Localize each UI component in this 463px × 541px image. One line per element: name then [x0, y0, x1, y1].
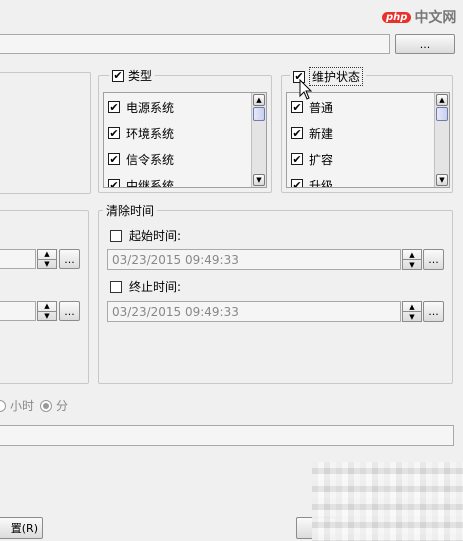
end-time-field[interactable]: 03/23/2015 09:49:33 — [107, 301, 401, 322]
maintenance-group: ✔ 维护状态 ✔ 普通 ✔ 新建 ✔ 扩容 ✔ 升级 ▲ ▼ — [281, 67, 453, 193]
left-datetime-field-2[interactable] — [0, 301, 36, 321]
clear-time-group: 清除时间 起始时间: 03/23/2015 09:49:33 ▲ ▼ ... 终… — [98, 202, 453, 384]
hour-label: 小时 — [10, 399, 35, 413]
scroll-thumb[interactable] — [436, 107, 448, 121]
checkbox[interactable]: ✔ — [291, 179, 303, 187]
start-time-label: 起始时间: — [129, 229, 182, 243]
list-item-label: 升级 — [309, 178, 334, 188]
start-time-checkbox[interactable] — [110, 229, 122, 242]
end-time-value: 03/23/2015 09:49:33 — [112, 304, 239, 319]
path-browse-button[interactable]: ... — [395, 34, 455, 54]
hour-radio[interactable] — [0, 399, 6, 412]
list-item[interactable]: ✔ 信令系统 — [104, 146, 266, 172]
spin-down-icon[interactable]: ▼ — [38, 258, 56, 269]
spin-up-icon[interactable]: ▲ — [38, 250, 56, 259]
minute-label: 分 — [56, 399, 69, 413]
scroll-down-icon[interactable]: ▼ — [253, 174, 265, 186]
php-logo: php 中文网 — [382, 4, 462, 30]
end-time-spinner[interactable]: ▲ ▼ — [402, 301, 422, 322]
start-time-value: 03/23/2015 09:49:33 — [112, 252, 239, 267]
clear-time-title: 清除时间 — [106, 204, 155, 218]
list-item[interactable]: ✔ 新建 — [287, 120, 449, 146]
list-item-label: 中继系统 — [126, 178, 175, 188]
list-item-label: 扩容 — [309, 152, 334, 167]
list-item[interactable]: ✔ 升级 — [287, 172, 449, 188]
checkbox[interactable]: ✔ — [108, 179, 120, 187]
type-group-title: 类型 — [128, 69, 153, 83]
php-logo-text: 中文网 — [414, 10, 457, 26]
spin-down-icon[interactable]: ▼ — [38, 310, 56, 321]
end-time-label: 终止时间: — [129, 280, 182, 294]
clear-time-legend: 清除时间 — [103, 202, 158, 219]
left-browse-button-2[interactable]: ... — [59, 301, 80, 321]
checkbox[interactable]: ✔ — [108, 127, 120, 139]
list-item[interactable]: ✔ 电源系统 — [104, 94, 266, 120]
type-group-legend[interactable]: ✔ 类型 — [109, 67, 156, 84]
type-group-checkbox[interactable]: ✔ — [112, 69, 124, 82]
type-listbox[interactable]: ✔ 电源系统 ✔ 环境系统 ✔ 信令系统 ✔ 中继系统 ▲ ▼ — [103, 92, 267, 188]
end-time-row[interactable]: 终止时间: — [110, 278, 181, 295]
left-spinner-1[interactable]: ▲ ▼ — [37, 249, 57, 269]
list-item-label: 新建 — [309, 126, 334, 141]
checkbox[interactable]: ✔ — [108, 101, 120, 113]
start-time-row[interactable]: 起始时间: — [110, 227, 181, 244]
left-spinner-2[interactable]: ▲ ▼ — [37, 301, 57, 321]
start-time-field[interactable]: 03/23/2015 09:49:33 — [107, 249, 401, 270]
left-group-top — [0, 72, 91, 194]
checkbox[interactable]: ✔ — [291, 153, 303, 165]
checkbox[interactable]: ✔ — [291, 127, 303, 139]
list-item-label: 普通 — [309, 100, 334, 115]
list-item[interactable]: ✔ 中继系统 — [104, 172, 266, 188]
scroll-up-icon[interactable]: ▲ — [253, 94, 265, 106]
spin-up-icon[interactable]: ▲ — [38, 302, 56, 311]
description-field[interactable] — [0, 425, 454, 446]
type-group: ✔ 类型 ✔ 电源系统 ✔ 环境系统 ✔ 信令系统 ✔ 中继系统 ▲ ▼ — [98, 67, 272, 193]
type-scrollbar[interactable]: ▲ ▼ — [251, 93, 266, 187]
start-time-spinner[interactable]: ▲ ▼ — [402, 249, 422, 270]
mouse-cursor-icon — [299, 79, 313, 100]
end-time-checkbox[interactable] — [110, 280, 122, 293]
list-item[interactable]: ✔ 扩容 — [287, 146, 449, 172]
reset-button-label: 置(R) — [10, 522, 38, 535]
maintenance-listbox[interactable]: ✔ 普通 ✔ 新建 ✔ 扩容 ✔ 升级 ▲ ▼ — [286, 92, 450, 188]
start-time-browse-button[interactable]: ... — [423, 249, 444, 270]
spin-down-icon[interactable]: ▼ — [403, 259, 421, 269]
maintenance-scrollbar[interactable]: ▲ ▼ — [434, 93, 449, 187]
left-group-middle — [0, 210, 89, 384]
list-item-label: 环境系统 — [126, 126, 175, 141]
list-item-label: 信令系统 — [126, 152, 175, 167]
end-time-browse-button[interactable]: ... — [423, 301, 444, 322]
minute-radio[interactable] — [40, 399, 52, 412]
left-datetime-field-1[interactable] — [0, 249, 36, 269]
php-logo-badge: php — [382, 11, 412, 23]
scroll-up-icon[interactable]: ▲ — [436, 94, 448, 106]
scroll-down-icon[interactable]: ▼ — [436, 174, 448, 186]
spin-up-icon[interactable]: ▲ — [403, 250, 421, 259]
maintenance-group-title: 维护状态 — [309, 67, 364, 86]
checkbox[interactable]: ✔ — [291, 101, 303, 113]
pixelated-watermark — [312, 462, 463, 541]
list-item[interactable]: ✔ 环境系统 — [104, 120, 266, 146]
reset-button[interactable]: 置(R) — [0, 517, 43, 539]
scroll-thumb[interactable] — [253, 107, 265, 121]
checkbox[interactable]: ✔ — [108, 153, 120, 165]
minute-radio-row[interactable]: 分 — [40, 397, 68, 414]
spin-down-icon[interactable]: ▼ — [403, 311, 421, 321]
spin-up-icon[interactable]: ▲ — [403, 302, 421, 311]
path-input[interactable] — [0, 34, 390, 54]
left-browse-button-1[interactable]: ... — [59, 249, 80, 269]
list-item-label: 电源系统 — [126, 100, 175, 115]
hour-radio-row[interactable]: 小时 — [0, 397, 34, 414]
